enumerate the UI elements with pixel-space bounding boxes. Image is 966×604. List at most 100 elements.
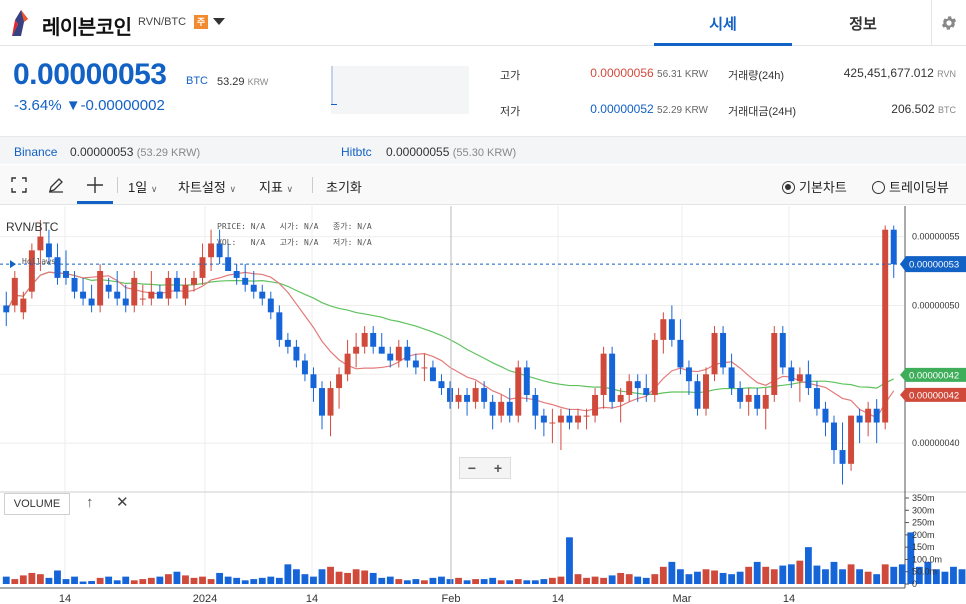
price-chart[interactable]: 0.000000550.000000500.000000450.00000040… — [0, 206, 966, 604]
ohlc-readout: PRICE: N/A 시가: N/A 종가: N/A — [217, 221, 372, 232]
candle — [472, 388, 479, 402]
candle — [284, 339, 291, 347]
settings-button[interactable] — [931, 0, 966, 46]
candle — [831, 422, 837, 451]
candle — [506, 401, 513, 416]
coin-dropdown-icon[interactable] — [213, 18, 225, 25]
price-marker-icon — [10, 260, 16, 269]
volume-bar — [395, 579, 403, 584]
toolbar-divider — [117, 177, 118, 193]
candle — [617, 394, 624, 402]
candle — [609, 353, 616, 402]
volume-bar — [685, 574, 693, 584]
volume-bar — [207, 579, 215, 584]
current-price-label: 0.00000053 — [909, 260, 959, 271]
chart-marker-label: Hollaws — [22, 257, 56, 266]
volume-bar — [139, 579, 147, 584]
candle — [856, 415, 863, 423]
fullscreen-icon[interactable] — [11, 177, 27, 193]
chart-settings-label: 차트설정 — [178, 180, 226, 195]
x-tick-label: Feb — [442, 593, 461, 604]
candle — [319, 388, 325, 416]
volume-bar — [531, 580, 539, 584]
volume-bar — [881, 564, 889, 584]
pencil-icon[interactable] — [47, 176, 65, 194]
zoom-out-button[interactable]: − — [462, 460, 482, 476]
close-icon[interactable]: ✕ — [116, 493, 129, 511]
volume-bar — [574, 574, 582, 584]
volume-bar — [147, 577, 155, 584]
volume-bar — [617, 572, 625, 584]
chevron-down-icon: ∨ — [286, 184, 294, 194]
zoom-controls: − + — [459, 457, 511, 479]
volume-bar — [787, 564, 795, 584]
volume-bar — [873, 574, 881, 584]
high-value: 0.00000056 — [590, 66, 654, 80]
candle — [421, 367, 428, 369]
volume-bar — [267, 576, 275, 584]
indicators-menu[interactable]: 지표 ∨ — [259, 177, 293, 196]
tradingview-radio[interactable]: 트레이딩뷰 — [872, 177, 949, 196]
candle — [88, 298, 95, 306]
volume-bar — [19, 575, 27, 584]
volume-bar — [438, 576, 445, 584]
volume-stat: 425,451,677.012 RVN — [790, 66, 956, 80]
volume-bar — [804, 547, 812, 584]
volume-bar — [745, 566, 753, 584]
volume-bar — [292, 569, 300, 584]
basic-chart-radio[interactable]: 기본차트 — [782, 177, 847, 196]
volume-bar — [429, 577, 437, 584]
volume-panel-title: VOLUME — [4, 493, 70, 515]
volume-bar — [856, 569, 864, 584]
volume-bar — [310, 576, 317, 584]
volume-bar — [668, 561, 676, 584]
candle — [447, 388, 453, 402]
tab-quote[interactable]: 시세 — [654, 13, 792, 34]
volume-label: 거래량(24h) — [728, 70, 785, 82]
crosshair-icon[interactable] — [85, 175, 105, 195]
amount-value: 206.502 — [891, 102, 935, 116]
volume-bar — [327, 566, 334, 584]
volume-bar — [224, 576, 232, 584]
exchange-binance[interactable]: Binance — [14, 145, 57, 159]
move-up-icon[interactable]: ↑ — [86, 494, 94, 511]
volume-bar — [890, 566, 898, 584]
close-lbl: 종가: — [332, 222, 353, 231]
tab-info[interactable]: 정보 — [794, 13, 932, 34]
chart-settings-menu[interactable]: 차트설정 ∨ — [178, 177, 236, 196]
volume-bar — [275, 577, 283, 584]
volume-bar — [301, 574, 309, 584]
binance-krw: (53.29 KRW) — [136, 147, 201, 159]
candle — [865, 408, 872, 423]
chart-toolbar: 1일 ∨ 차트설정 ∨ 지표 ∨ 초기화 기본차트 트레이딩뷰 — [0, 165, 966, 205]
candle — [592, 394, 599, 416]
volume-bar — [96, 577, 104, 584]
zoom-in-button[interactable]: + — [488, 460, 508, 476]
candle — [267, 298, 274, 313]
radio-selected-icon — [782, 181, 795, 194]
interval-label: 1일 — [128, 180, 148, 195]
candle — [412, 360, 419, 368]
exchange-hitbtc[interactable]: Hitbtc — [341, 145, 372, 159]
volume-bar — [403, 580, 411, 584]
volume-bar — [864, 571, 872, 584]
candle — [754, 394, 761, 409]
x-tick-label: 14 — [783, 593, 795, 604]
candle — [276, 312, 283, 340]
candle — [250, 284, 257, 292]
candle — [532, 394, 539, 416]
high-label: 고가 — [500, 70, 521, 82]
volume-bar — [796, 560, 804, 584]
active-tool-indicator — [77, 201, 113, 204]
interval-select[interactable]: 1일 ∨ — [128, 177, 157, 196]
volume-bar — [711, 570, 718, 584]
x-tick-label: 14 — [306, 593, 318, 604]
candle — [156, 291, 163, 299]
volume-bar — [446, 579, 454, 584]
reset-button[interactable]: 초기화 — [326, 177, 362, 196]
pair-label: RVN/BTC — [138, 16, 187, 28]
price-lbl: PRICE: — [217, 222, 246, 231]
x-tick-label: Mar — [673, 593, 692, 604]
volume-bar — [258, 577, 266, 584]
volume-bar — [199, 576, 206, 584]
